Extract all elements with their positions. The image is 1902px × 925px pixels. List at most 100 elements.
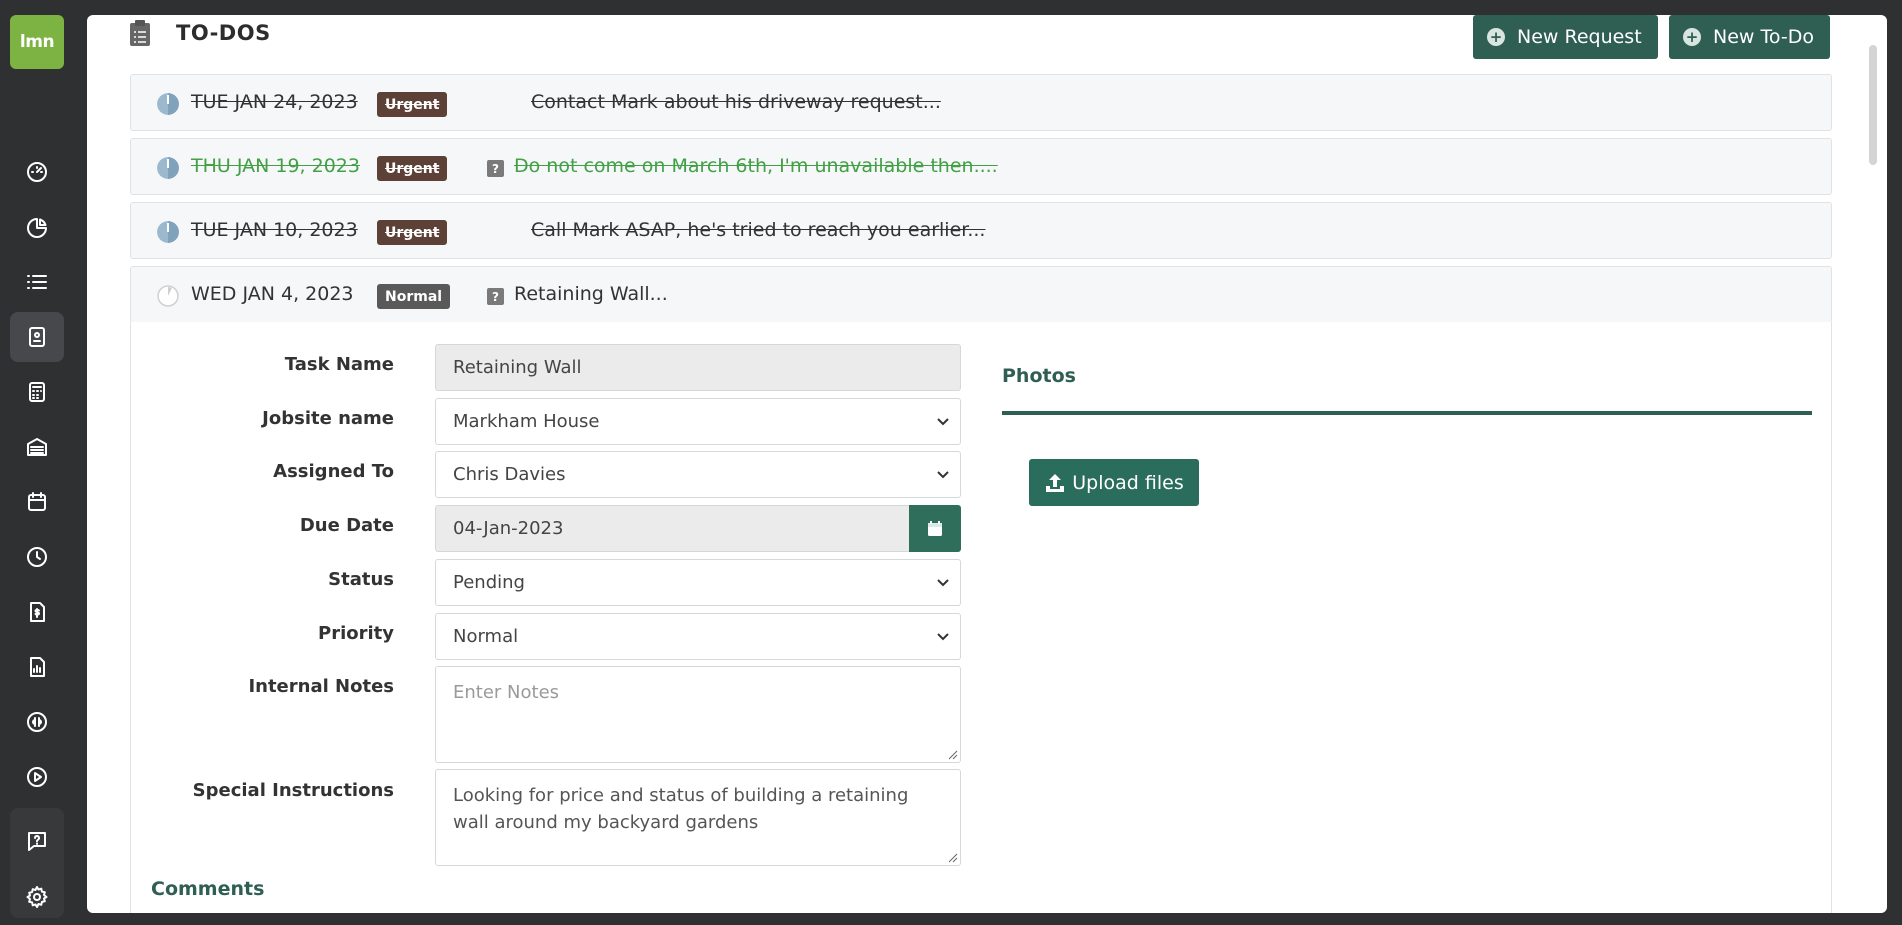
upload-files-button[interactable]: Upload files — [1029, 459, 1199, 506]
nav-contacts[interactable] — [10, 312, 64, 362]
progress-clock-icon — [157, 221, 179, 243]
garage-icon — [27, 438, 47, 456]
status-value: Pending — [453, 572, 525, 593]
contact-card-icon — [29, 327, 45, 347]
clipboard-icon — [130, 20, 150, 46]
todo-date: TUE JAN 24, 2023 — [191, 91, 358, 113]
priority-value: Normal — [453, 626, 519, 647]
new-todo-button[interactable]: + New To-Do — [1669, 15, 1830, 59]
sidebar: lmn — [0, 0, 74, 925]
speedometer-icon — [27, 162, 47, 182]
upload-icon — [1046, 473, 1065, 492]
nav-estimates[interactable] — [10, 367, 64, 417]
special-instructions-label: Special Instructions — [192, 780, 394, 801]
internal-notes-placeholder: Enter Notes — [453, 682, 560, 703]
new-request-label: New Request — [1517, 26, 1642, 48]
chevron-down-icon — [937, 418, 949, 426]
chevron-down-icon — [937, 471, 949, 479]
task-name-input[interactable]: Retaining Wall — [435, 344, 961, 391]
priority-badge-text: Normal — [385, 288, 443, 305]
todo-date: THU JAN 19, 2023 — [191, 155, 360, 177]
resize-handle-icon[interactable] — [946, 851, 958, 863]
logo-text: lmn — [19, 32, 55, 52]
jobsite-value: Markham House — [453, 411, 600, 432]
calculator-icon — [29, 382, 45, 402]
priority-badge: Urgent — [377, 220, 448, 245]
calendar-icon — [928, 520, 942, 536]
nav-videos[interactable] — [10, 752, 64, 802]
assigned-select[interactable]: Chris Davies — [435, 451, 961, 498]
assigned-value: Chris Davies — [453, 464, 566, 485]
new-request-button[interactable]: + New Request — [1473, 15, 1658, 59]
priority-badge-text: Urgent — [385, 96, 440, 113]
progress-clock-icon — [157, 285, 179, 307]
comments-title: Comments — [151, 878, 265, 900]
progress-clock-icon — [157, 157, 179, 179]
nav-analytics[interactable] — [10, 642, 64, 692]
new-todo-label: New To-Do — [1713, 26, 1814, 48]
upload-files-label: Upload files — [1072, 471, 1184, 494]
list-icon — [27, 275, 47, 289]
jobsite-label: Jobsite name — [262, 408, 394, 429]
nav-list[interactable] — [10, 257, 64, 307]
priority-label: Priority — [318, 623, 394, 644]
internal-notes-textarea[interactable]: Enter Notes — [435, 666, 961, 763]
nav-calendar[interactable] — [10, 477, 64, 527]
status-select[interactable]: Pending — [435, 559, 961, 606]
page-title: TO-DOS — [176, 21, 271, 45]
pie-chart-icon — [27, 218, 47, 238]
nav-help[interactable] — [10, 816, 64, 866]
gear-icon — [26, 886, 48, 908]
lmn-logo[interactable]: lmn — [10, 15, 64, 69]
question-icon: ? — [487, 288, 504, 305]
nav-garage[interactable] — [10, 422, 64, 472]
photos-title: Photos — [1002, 365, 1076, 387]
plus-circle-icon: + — [1487, 28, 1505, 46]
jobsite-select[interactable]: Markham House — [435, 398, 961, 445]
nav-dashboard[interactable] — [10, 147, 64, 197]
nav-settings[interactable] — [10, 872, 64, 922]
todo-row[interactable]: TUE JAN 24, 2023 Urgent Contact Mark abo… — [130, 74, 1832, 131]
todo-text: Call Mark ASAP, he's tried to reach you … — [531, 219, 986, 241]
todo-text: Contact Mark about his driveway request.… — [531, 91, 941, 113]
todo-row-expanded[interactable]: WED JAN 4, 2023 Normal ? Retaining Wall.… — [130, 266, 1832, 323]
todo-date: TUE JAN 10, 2023 — [191, 219, 358, 241]
special-instructions-value: Looking for price and status of building… — [453, 785, 909, 833]
resize-handle-icon[interactable] — [946, 748, 958, 760]
priority-select[interactable]: Normal — [435, 613, 961, 660]
calendar-icon — [28, 492, 46, 511]
nav-invoices[interactable] — [10, 587, 64, 637]
help-chat-icon — [28, 832, 46, 851]
special-instructions-textarea[interactable]: Looking for price and status of building… — [435, 769, 961, 866]
priority-badge-text: Urgent — [385, 160, 440, 177]
nav-reports[interactable] — [10, 203, 64, 253]
due-date-label: Due Date — [299, 515, 394, 536]
chevron-down-icon — [937, 579, 949, 587]
todo-date: WED JAN 4, 2023 — [191, 283, 354, 305]
due-date-value: 04-Jan-2023 — [453, 518, 564, 539]
scrollbar[interactable] — [1869, 45, 1877, 165]
quickbooks-icon — [27, 712, 47, 732]
chevron-down-icon — [937, 633, 949, 641]
internal-notes-label: Internal Notes — [248, 676, 394, 697]
calendar-button[interactable] — [909, 505, 961, 552]
todo-row[interactable]: TUE JAN 10, 2023 Urgent Call Mark ASAP, … — [130, 202, 1832, 259]
priority-badge-text: Urgent — [385, 224, 440, 241]
nav-time[interactable] — [10, 532, 64, 582]
nav-quickbooks[interactable] — [10, 697, 64, 747]
photos-divider — [1002, 411, 1812, 415]
status-label: Status — [328, 569, 394, 590]
todo-text: Retaining Wall... — [514, 283, 668, 305]
due-date-input[interactable]: 04-Jan-2023 — [435, 505, 915, 552]
plus-circle-icon: + — [1683, 28, 1701, 46]
todo-row[interactable]: THU JAN 19, 2023 Urgent ? Do not come on… — [130, 138, 1832, 195]
priority-badge: Normal — [377, 284, 451, 309]
task-name-value: Retaining Wall — [453, 357, 582, 378]
question-icon: ? — [487, 160, 504, 177]
clock-icon — [27, 547, 47, 567]
assigned-label: Assigned To — [273, 461, 394, 482]
play-icon — [27, 767, 47, 787]
task-name-label: Task Name — [284, 354, 394, 375]
progress-clock-icon — [157, 93, 179, 115]
priority-badge: Urgent — [377, 156, 448, 181]
